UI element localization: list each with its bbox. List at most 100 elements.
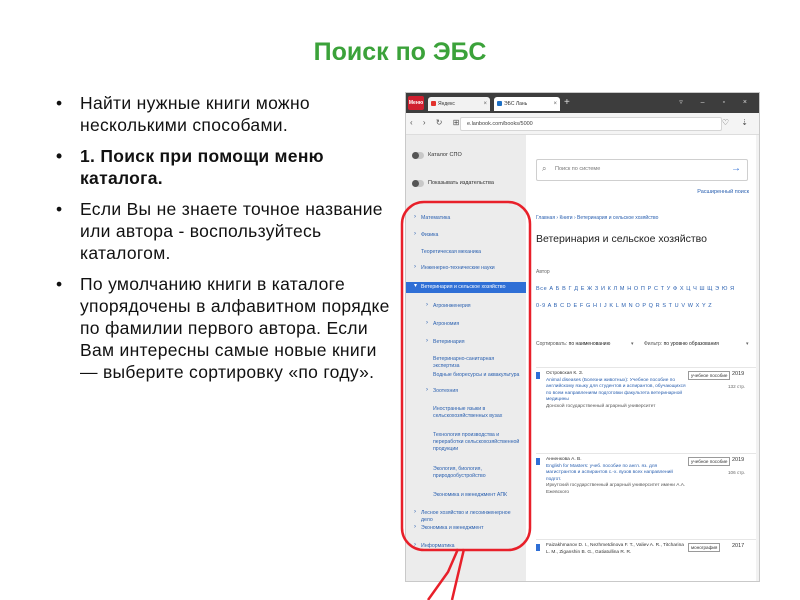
chevron-right-icon[interactable]: › <box>414 264 416 271</box>
page-heading: Ветеринария и сельское хозяйство <box>536 233 707 245</box>
slide-title: Поиск по ЭБС <box>313 38 487 66</box>
chevron-right-icon[interactable]: › <box>414 524 416 531</box>
search-icon: ⌕ <box>542 164 547 173</box>
breadcrumb[interactable]: Главная › Книги › Ветеринария и сельское… <box>536 215 658 221</box>
bullet-item: 1. Поиск при помощи меню каталога. <box>50 145 390 189</box>
page-content: Каталог СПО Показывать издательства › Мат… <box>406 135 759 581</box>
bookmark-icon[interactable] <box>536 544 540 551</box>
search-input[interactable]: Поиск по системе <box>555 166 600 172</box>
chevron-right-icon[interactable]: › <box>426 320 428 327</box>
alphabet-filter-ru[interactable]: Все А Б В Г Д Е Ж З И К Л М Н О П Р С Т … <box>536 286 735 292</box>
bookmark-icon[interactable] <box>536 458 540 465</box>
book-year: 2019 <box>732 457 745 463</box>
book-item[interactable]: Островская К. З. Animal diseases (Болезн… <box>536 367 758 437</box>
book-author: Анненкова А. В. <box>546 457 582 462</box>
filter-dropdown-icon[interactable]: ▾ <box>746 341 749 347</box>
bullet-list: Найти нужные книги можно несколькими спо… <box>50 92 390 392</box>
chevron-right-icon[interactable]: › <box>426 387 428 394</box>
address-icons[interactable]: ♡ ⇣ <box>722 118 753 127</box>
book-title-link[interactable]: Animal diseases (Болезни животных): Учеб… <box>546 378 686 404</box>
sidebar-category-label: Физика <box>421 232 439 238</box>
alphabet-filter-en[interactable]: 0-9 A B C D E F G H I J K L M N O P Q R … <box>536 303 712 309</box>
sidebar-category-item[interactable]: › Физика <box>406 231 526 239</box>
yandex-favicon-icon <box>431 101 436 106</box>
chevron-right-icon[interactable]: › <box>414 542 416 549</box>
sidebar-category-label: Экономика и менеджмент АПК <box>433 492 508 498</box>
book-author: Faizakhmanov D. I., Nezhmetdinova F. T.,… <box>546 543 684 555</box>
catalog-spo-toggle[interactable]: Каталог СПО <box>412 149 462 161</box>
book-year: 2019 <box>732 371 745 377</box>
browser-screenshot: Меню Яндекс × ЭБС Лань × + ▿ – ▫ × ‹ › ↻… <box>405 92 760 582</box>
sidebar-category-item[interactable]: › Математика <box>406 214 526 222</box>
toggle-switch-icon <box>412 180 424 187</box>
search-submit-icon[interactable]: → <box>731 163 741 174</box>
chevron-right-icon[interactable]: › <box>426 338 428 345</box>
sidebar-category-item[interactable]: ▾ Ветеринария и сельское хозяйство <box>406 282 526 293</box>
book-year: 2017 <box>732 543 745 549</box>
window-controls[interactable]: ▿ – ▫ × <box>679 96 755 110</box>
sidebar-category-label: Теоретическая механика <box>421 249 482 255</box>
sidebar-category-label: Информатика <box>421 543 455 549</box>
bullet-item: По умолчанию книги в каталоге упорядочен… <box>50 273 390 383</box>
sidebar-category-label: Зоотехния <box>433 388 459 394</box>
book-item[interactable]: Анненкова А. В. English for Masters: уче… <box>536 453 758 531</box>
sidebar-category-item[interactable]: › Зоотехния <box>406 387 526 395</box>
sidebar-category-item[interactable]: Иностранные языки в сельскохозяйственных… <box>406 406 526 420</box>
sidebar-category-item[interactable]: Экология, биология, природообустройство <box>406 466 526 480</box>
sidebar-category-item[interactable]: › Информатика <box>406 542 526 550</box>
sidebar-category-item[interactable]: Экономика и менеджмент АПК <box>406 492 526 499</box>
url-input[interactable]: e.lanbook.com/books/5000 <box>460 117 722 131</box>
sidebar-category-item[interactable]: Технология производства и переработки се… <box>406 432 526 453</box>
lan-favicon-icon <box>497 101 502 106</box>
bookmark-icon[interactable] <box>536 372 540 379</box>
chevron-right-icon[interactable]: › <box>414 509 416 516</box>
book-publisher: Иркутский государственный аграрный униве… <box>546 483 686 495</box>
chevron-right-icon[interactable]: › <box>426 302 428 309</box>
book-pages: 132 стр. <box>728 384 746 389</box>
tab-yandex[interactable]: Яндекс × <box>428 97 490 111</box>
sidebar-category-label: Агрономия <box>433 321 460 327</box>
book-type-badge: учебное пособие <box>688 457 731 466</box>
sidebar-category-item[interactable]: › Лесное хозяйство и лесоинженерное дело <box>406 509 526 524</box>
browser-tab-bar: Меню Яндекс × ЭБС Лань × + ▿ – ▫ × <box>406 93 759 113</box>
search-box[interactable]: ⌕ Поиск по системе → <box>536 159 748 181</box>
filter-select[interactable]: Фильтр: по уровню образования <box>644 341 719 347</box>
sidebar-category-label: Ветеринария <box>433 339 465 345</box>
book-publisher: Донской государственный аграрный универс… <box>546 403 656 409</box>
new-tab-icon[interactable]: + <box>564 96 570 110</box>
sidebar-category-item[interactable]: Водные биоресурсы и аквакультура <box>406 372 526 379</box>
sidebar-category-item[interactable]: Ветеринарно-санитарная экспертиза <box>406 356 526 370</box>
opera-menu-button[interactable]: Меню <box>408 96 424 110</box>
advanced-search-link[interactable]: Расширенный поиск <box>697 189 749 195</box>
tab-lan[interactable]: ЭБС Лань × <box>494 97 560 111</box>
sidebar-category-label: Лесное хозяйство и лесоинженерное дело <box>421 510 511 523</box>
nav-buttons[interactable]: ‹ › ↻ ⊞ <box>410 118 463 127</box>
sort-select[interactable]: Сортировать: по наименованию <box>536 341 610 347</box>
chevron-right-icon[interactable]: › <box>414 214 416 221</box>
close-tab-icon[interactable]: × <box>483 97 487 111</box>
chevron-right-icon[interactable]: › <box>414 231 416 238</box>
sidebar-category-label: Инженерно-технические науки <box>421 265 495 271</box>
vertical-scrollbar[interactable] <box>756 135 759 581</box>
bullet-item: Найти нужные книги можно несколькими спо… <box>50 92 390 136</box>
sort-dropdown-icon[interactable]: ▾ <box>631 341 634 347</box>
book-pages: 106 стр. <box>728 470 746 475</box>
book-title-link[interactable]: English for Masters: учеб. пособие по ан… <box>546 464 686 484</box>
sidebar-category-item[interactable]: › Агроинженерия <box>406 302 526 310</box>
chevron-down-icon[interactable]: ▾ <box>414 283 417 290</box>
show-publishers-toggle[interactable]: Показывать издательства <box>412 177 494 189</box>
sidebar-category-item[interactable]: Теоретическая механика <box>406 249 526 256</box>
sidebar-category-label: Ветеринария и сельское хозяйство <box>421 284 506 290</box>
sidebar-category-item[interactable]: › Экономика и менеджмент <box>406 524 526 532</box>
sidebar-category-item[interactable]: › Инженерно-технические науки <box>406 264 526 272</box>
sidebar-category-item[interactable]: › Агрономия <box>406 320 526 328</box>
catalog-sidebar: Каталог СПО Показывать издательства › Мат… <box>406 135 526 581</box>
book-author: Островская К. З. <box>546 371 584 376</box>
close-tab-icon[interactable]: × <box>553 97 557 111</box>
main-panel: ⌕ Поиск по системе → Расширенный поиск Г… <box>528 135 759 581</box>
sidebar-category-label: Технология производства и переработки се… <box>433 432 520 452</box>
address-bar: ‹ › ↻ ⊞ e.lanbook.com/books/5000 ♡ ⇣ <box>406 113 759 135</box>
toggle-switch-icon <box>412 152 424 159</box>
book-item[interactable]: Faizakhmanov D. I., Nezhmetdinova F. T.,… <box>536 539 758 581</box>
sidebar-category-item[interactable]: › Ветеринария <box>406 338 526 346</box>
